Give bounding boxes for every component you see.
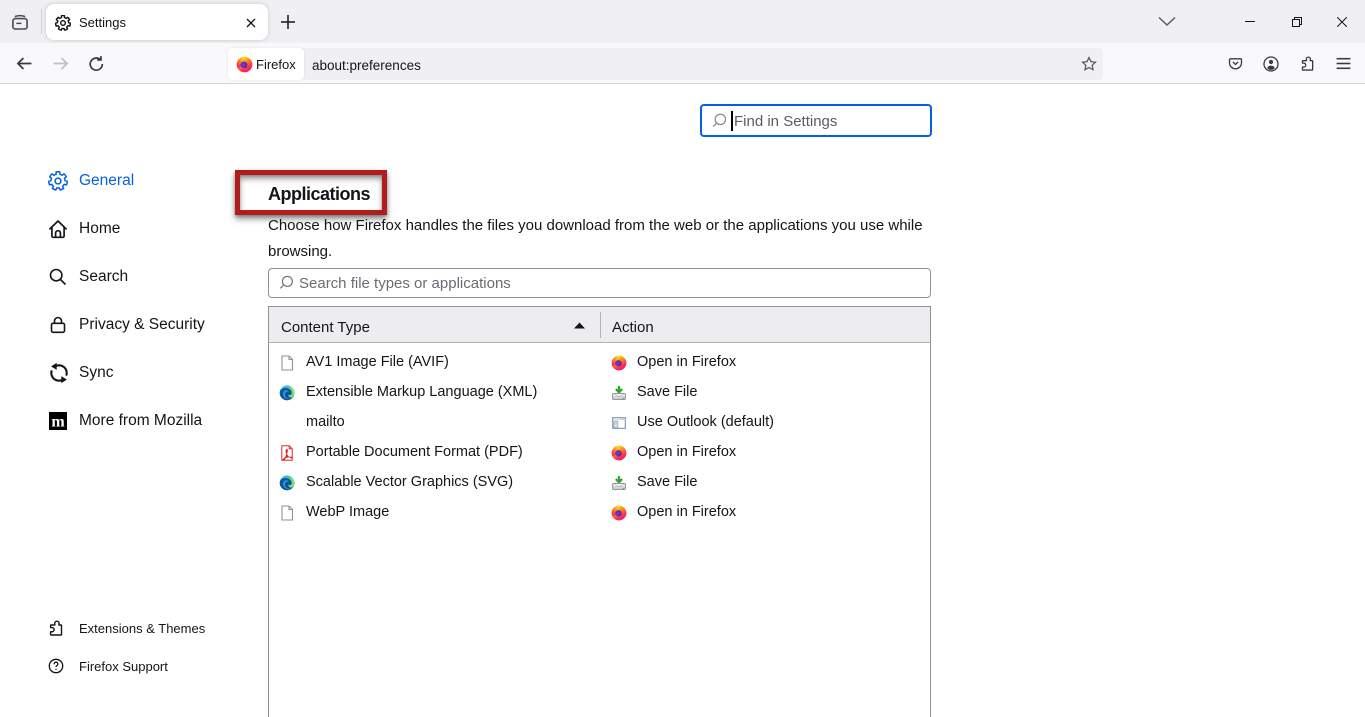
svg-text:m: m <box>51 414 65 431</box>
